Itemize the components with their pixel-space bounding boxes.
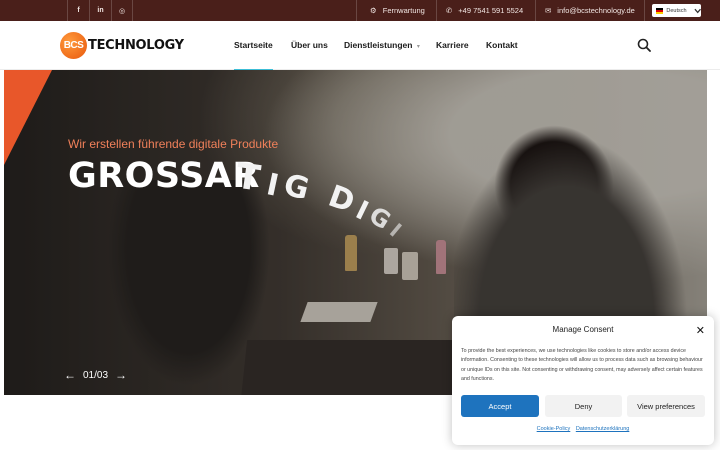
divider — [644, 0, 645, 21]
cookie-policy-link[interactable]: Cookie-Policy — [537, 426, 571, 432]
hero-corner-accent — [4, 70, 52, 165]
phone-number: +49 7541 591 5524 — [458, 6, 524, 15]
consent-text: To provide the best experiences, we use … — [461, 348, 703, 383]
divider — [436, 0, 437, 21]
facebook-icon[interactable]: f — [67, 0, 89, 21]
hero-subtitle: Wir erstellen führende digitale Produkte — [68, 137, 279, 151]
deny-button[interactable]: Deny — [545, 395, 622, 417]
logo-mark: BCS — [60, 32, 87, 59]
logo[interactable]: BCS TECHNOLOGY — [60, 32, 184, 59]
nav-dienstleistungen-label: Dienstleistungen — [344, 40, 413, 50]
nav-karriere[interactable]: Karriere — [436, 40, 469, 50]
headset-icon: ⚙ — [370, 6, 377, 15]
german-flag-icon — [656, 7, 664, 14]
phone-icon: ✆ — [446, 6, 453, 15]
arrow-right-icon[interactable]: → — [115, 368, 127, 382]
logo-wordmark: TECHNOLOGY — [88, 38, 184, 53]
email-address: info@bcstechnology.de — [557, 6, 635, 15]
remote-support-link[interactable]: ⚙ Fernwartung — [370, 0, 425, 21]
consent-dialog: Manage Consent ✕ To provide the best exp… — [452, 316, 714, 445]
nav-ueber-uns[interactable]: Über uns — [291, 40, 328, 50]
arrow-left-icon[interactable]: ← — [64, 368, 76, 382]
search-icon[interactable] — [637, 38, 651, 52]
linkedin-icon[interactable]: in — [89, 0, 111, 21]
view-preferences-button[interactable]: View preferences — [627, 395, 705, 417]
envelope-icon: ✉ — [545, 6, 552, 15]
nav-dienstleistungen[interactable]: Dienstleistungen ▾ — [344, 40, 420, 50]
slide-total: 03 — [96, 369, 109, 381]
nav-kontakt[interactable]: Kontakt — [486, 40, 518, 50]
phone-link[interactable]: ✆ +49 7541 591 5524 — [446, 0, 523, 21]
divider — [356, 0, 357, 21]
nav-startseite[interactable]: Startseite — [234, 40, 273, 71]
social-links: f in ◎ — [67, 0, 133, 21]
main-header: BCS TECHNOLOGY Startseite Über uns Diens… — [0, 21, 720, 71]
top-bar: f in ◎ ⚙ Fernwartung ✆ +49 7541 591 5524… — [0, 0, 720, 21]
consent-title: Manage Consent — [552, 325, 614, 334]
divider — [535, 0, 536, 21]
language-label: Deutsch — [666, 7, 687, 14]
chevron-down-icon — [694, 8, 701, 13]
email-link[interactable]: ✉ info@bcstechnology.de — [545, 0, 635, 21]
consent-links: Cookie-Policy Datenschutzerklärung — [452, 426, 714, 432]
language-selector[interactable]: Deutsch — [652, 4, 701, 17]
close-icon[interactable]: ✕ — [696, 324, 705, 337]
privacy-policy-link[interactable]: Datenschutzerklärung — [576, 426, 630, 432]
instagram-icon[interactable]: ◎ — [111, 0, 133, 21]
slide-current: 01 — [83, 369, 95, 381]
remote-support-label: Fernwartung — [382, 6, 425, 15]
chevron-down-icon: ▾ — [416, 44, 420, 50]
slider-counter: ← 01/03 → — [64, 368, 128, 382]
accept-button[interactable]: Accept — [461, 395, 539, 417]
hero-headline: GROSSAR — [68, 156, 260, 196]
